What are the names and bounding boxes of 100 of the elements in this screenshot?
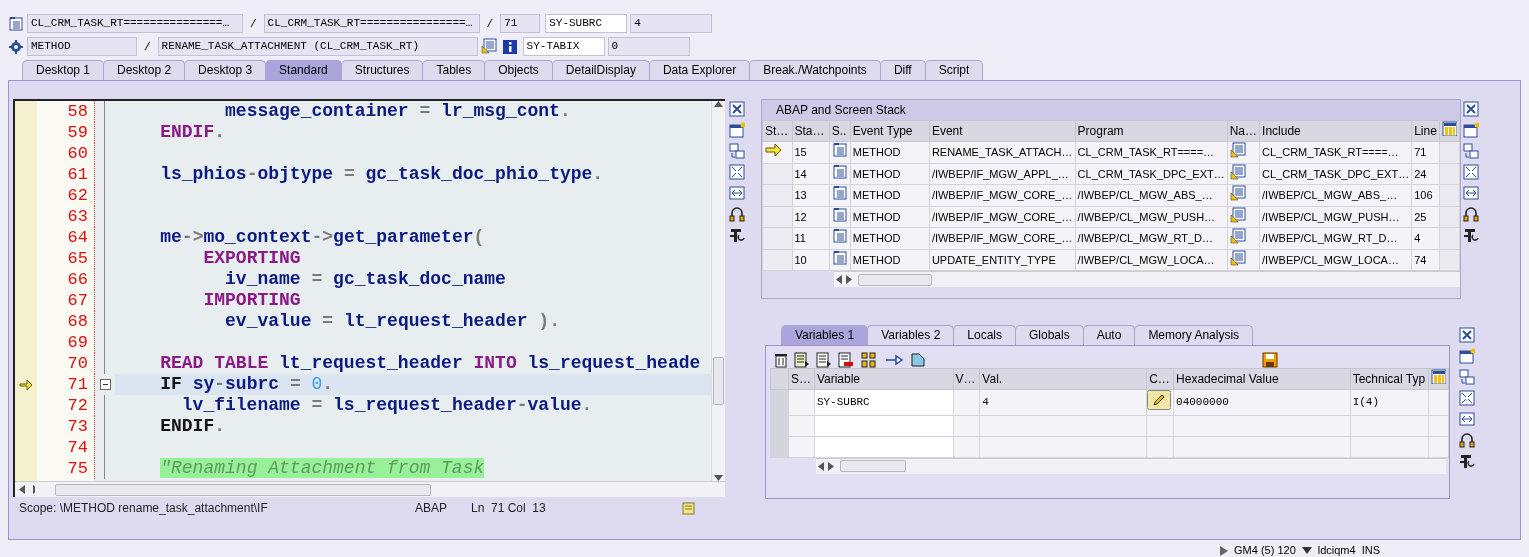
navigate-icon[interactable] — [1229, 185, 1246, 201]
row-marker[interactable] — [762, 163, 792, 185]
navigate-icon[interactable] — [1229, 228, 1246, 244]
scrollbar[interactable] — [15, 481, 725, 497]
column-header[interactable]: Include — [1259, 120, 1412, 142]
table-cell: /IWBEP/CL_MGW_PUSH… — [1075, 206, 1228, 228]
tab[interactable]: Objects — [484, 60, 553, 80]
tab[interactable]: Tables — [422, 60, 486, 80]
tab[interactable]: Desktop 2 — [103, 60, 186, 80]
close-icon[interactable] — [1463, 101, 1479, 117]
tab[interactable]: Variables 1 — [781, 325, 869, 345]
navigate-icon[interactable] — [480, 37, 499, 56]
navigate-icon[interactable] — [1229, 164, 1246, 180]
tab[interactable]: Diff — [879, 60, 926, 80]
code-line: ENDIF. — [159, 122, 227, 143]
headset-icon[interactable] — [1463, 206, 1479, 222]
list-remove-icon[interactable] — [838, 352, 854, 368]
row-marker[interactable] — [762, 184, 792, 206]
list-insert-icon[interactable] — [816, 352, 832, 368]
column-header[interactable]: Event — [929, 120, 1076, 142]
dropdown-icon[interactable] — [1301, 547, 1312, 554]
scroll-left-icon[interactable] — [816, 461, 836, 471]
new-window-icon[interactable] — [1463, 122, 1479, 138]
column-header[interactable]: St… — [762, 120, 792, 142]
column-header[interactable]: Technical Typ — [1350, 368, 1429, 390]
headset-icon[interactable] — [729, 206, 745, 222]
column-header[interactable]: Sta… — [792, 120, 830, 142]
row-marker[interactable] — [762, 141, 792, 163]
row-marker[interactable] — [762, 227, 792, 249]
tab[interactable]: Desktop 3 — [184, 60, 267, 80]
fit-width-icon[interactable] — [1459, 411, 1476, 427]
line-number: 75 — [66, 458, 89, 479]
column-settings-icon[interactable] — [1430, 369, 1446, 384]
save-icon[interactable] — [1262, 352, 1278, 368]
scrollbar-thumb[interactable] — [840, 460, 906, 472]
column-header[interactable]: Program — [1075, 120, 1228, 142]
swap-icon[interactable] — [1459, 369, 1476, 385]
column-header[interactable]: Line — [1411, 120, 1440, 142]
row-marker[interactable] — [762, 206, 792, 228]
new-window-icon[interactable] — [729, 122, 745, 138]
table-cell: /IWBEP/CL_MGW_LOCA… — [1259, 249, 1412, 271]
table-cell: /IWBEP/IF_MGW_CORE_… — [929, 184, 1076, 206]
column-header[interactable]: S… — [788, 368, 815, 390]
maximize-icon[interactable] — [1463, 164, 1479, 180]
grid-icon[interactable] — [860, 352, 878, 368]
swap-icon[interactable] — [729, 143, 745, 159]
navigate-icon[interactable] — [1229, 207, 1246, 223]
tab[interactable]: Standard — [265, 60, 342, 80]
headset-icon[interactable] — [1459, 432, 1476, 448]
fit-width-icon[interactable] — [729, 185, 745, 201]
column-header[interactable]: Hexadecimal Value — [1173, 368, 1351, 390]
column-header[interactable]: V… — [953, 368, 980, 390]
trash-icon[interactable] — [774, 352, 788, 368]
column-header[interactable]: Event Type — [850, 120, 930, 142]
play-icon[interactable] — [1220, 545, 1228, 556]
scrollbar-thumb[interactable] — [858, 273, 932, 286]
close-icon[interactable] — [1459, 327, 1476, 343]
column-header[interactable]: Val. — [979, 368, 1147, 390]
current-row-arrow-icon — [765, 142, 782, 158]
swap-icon[interactable] — [1463, 143, 1479, 159]
scrollbar-thumb[interactable] — [55, 483, 431, 496]
column-header[interactable]: S.. — [829, 120, 851, 142]
tab[interactable]: Desktop 1 — [22, 60, 105, 80]
tab[interactable]: DetailDisplay — [551, 60, 650, 80]
method-icon — [831, 164, 848, 180]
column-header[interactable]: Variable — [814, 368, 953, 390]
transfer-icon[interactable] — [884, 352, 904, 368]
tab[interactable]: Memory Analysis — [1134, 325, 1254, 345]
panel-title: ABAP and Screen Stack — [762, 100, 1460, 120]
column-header[interactable]: Na… — [1227, 120, 1260, 142]
info-icon[interactable] — [501, 38, 518, 55]
new-window-icon[interactable] — [1459, 348, 1476, 364]
close-icon[interactable] — [729, 101, 745, 117]
table-cell: 11 — [792, 227, 830, 249]
scroll-up-icon[interactable] — [714, 101, 723, 107]
tools-icon[interactable] — [729, 227, 745, 243]
row-marker[interactable] — [762, 249, 792, 271]
column-settings-icon[interactable] — [1441, 121, 1457, 136]
scrollbar-thumb[interactable] — [713, 357, 724, 405]
tab[interactable]: Structures — [340, 60, 424, 80]
maximize-icon[interactable] — [729, 164, 745, 180]
scrollbar[interactable] — [834, 271, 1460, 287]
column-header[interactable]: C… — [1146, 368, 1174, 390]
scroll-left-icon[interactable] — [834, 275, 854, 284]
navigate-icon[interactable] — [1229, 142, 1246, 158]
tools-icon[interactable] — [1459, 453, 1476, 469]
tab[interactable]: Break./Watchpoints — [749, 60, 881, 80]
scope-label: Scope: \METHOD rename_task_attachment\IF — [18, 500, 269, 517]
line-number: 70 — [66, 353, 89, 374]
tab[interactable]: Data Explorer — [648, 60, 751, 80]
list-add-icon[interactable] — [794, 352, 810, 368]
tab[interactable]: Script — [924, 60, 984, 80]
fit-width-icon[interactable] — [1463, 185, 1479, 201]
collapse-icon[interactable] — [99, 379, 111, 390]
table-cell: METHOD — [850, 227, 930, 249]
tools-icon[interactable] — [1463, 227, 1479, 243]
maximize-icon[interactable] — [1459, 390, 1476, 406]
scrollbar[interactable] — [711, 101, 725, 481]
navigate-icon[interactable] — [1229, 250, 1246, 266]
edit-pencil-icon[interactable] — [1147, 390, 1172, 410]
